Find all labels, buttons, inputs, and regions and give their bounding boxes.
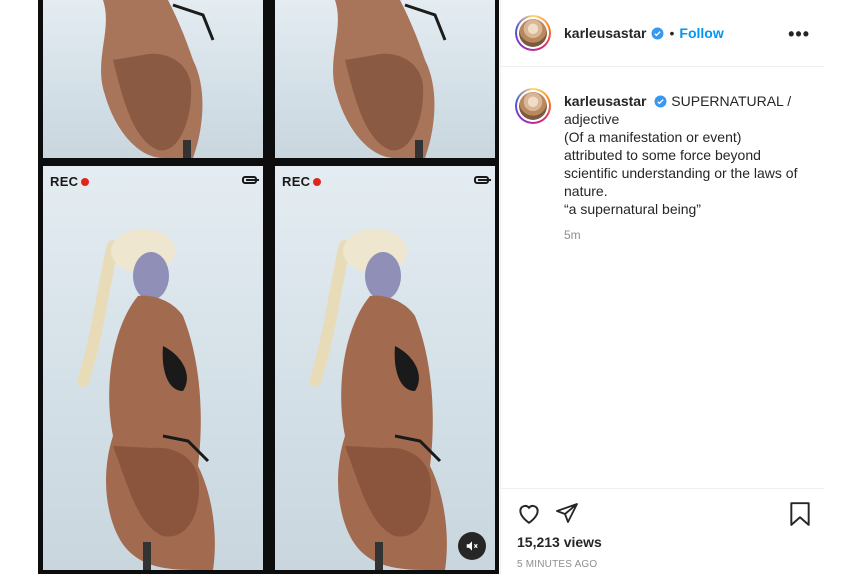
caption-line: attributed to some force beyond [564, 147, 761, 163]
view-count[interactable]: 15,213 views [517, 534, 602, 550]
separator: • [669, 25, 675, 41]
speaker-muted-icon [466, 541, 478, 551]
caption-timestamp[interactable]: 5m [564, 228, 581, 242]
media-panel-top-right [275, 0, 495, 158]
mute-button[interactable] [458, 532, 486, 560]
post-sidebar: karleusastar • Follow ••• karleusastar S… [500, 0, 824, 574]
figure-image [77, 229, 215, 570]
caption-line: scientific understanding or the laws of [564, 165, 798, 181]
heart-icon[interactable] [516, 501, 542, 525]
share-icon[interactable] [555, 501, 579, 525]
caption-text: karleusastar SUPERNATURAL / adjective (O… [564, 92, 814, 218]
post-actions: 15,213 views 5 MINUTES AGO [501, 488, 824, 575]
post-header: karleusastar • Follow ••• [501, 0, 824, 67]
media-panel-bottom-left: REC [43, 166, 263, 570]
bookmark-icon[interactable] [789, 501, 811, 527]
figure-image [309, 229, 447, 570]
avatar[interactable] [515, 15, 551, 51]
more-options-icon[interactable]: ••• [788, 24, 810, 45]
figure-image [101, 0, 215, 158]
avatar[interactable] [515, 88, 551, 124]
caption-line: “a supernatural being” [564, 201, 701, 217]
post-timestamp[interactable]: 5 MINUTES AGO [517, 559, 597, 570]
caption-line: nature. [564, 183, 608, 199]
caption-line: SUPERNATURAL / [671, 93, 792, 109]
verified-badge-icon [654, 95, 667, 108]
caption-line: (Of a manifestation or event) [564, 129, 742, 145]
verified-badge-icon [651, 27, 663, 39]
post-media[interactable]: REC REC [38, 0, 499, 574]
follow-button[interactable]: Follow [679, 25, 723, 41]
username-link[interactable]: karleusastar [564, 25, 647, 41]
caption-line: adjective [564, 111, 620, 127]
caption-username-link[interactable]: karleusastar [564, 93, 647, 109]
media-panel-bottom-right: REC [275, 166, 495, 570]
media-panel-top-left [43, 0, 263, 158]
figure-image [333, 0, 447, 158]
